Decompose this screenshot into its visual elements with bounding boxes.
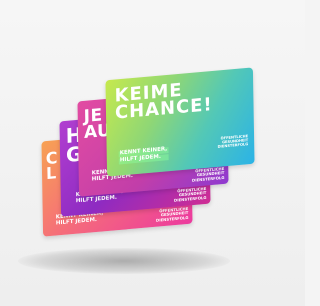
card-signature: ÖFFENTLICHE GESUNDHEIT DIENSTERFOLG	[155, 206, 189, 223]
card-headline: KEIME CHANCE!	[115, 79, 213, 124]
card-signature: ÖFFENTLICHE GESUNDHEIT DIENSTERFOLG	[191, 166, 225, 183]
card-headline: C L	[45, 148, 59, 184]
product-photo: C L KENNT KEINER, HILFT JEDEM. ÖFFENTLIC…	[0, 0, 305, 306]
drop-shadow	[18, 248, 230, 274]
signature-line: DIENSTERFOLG	[155, 214, 189, 223]
signature-line: DIENSTERFOLG	[191, 174, 225, 183]
card-front-green-blue: KEIME CHANCE! KENNT KEINER, HILFT JEDEM.…	[105, 67, 255, 177]
headline-line: L	[45, 163, 57, 184]
signature-line: DIENSTERFOLG	[173, 194, 207, 203]
card-signature: ÖFFENTLICHE GESUNDHEIT DIENSTERFOLG	[217, 134, 249, 149]
card-slogan: KENNT KEINER, HILFT JEDEM.	[118, 147, 169, 166]
card-signature: ÖFFENTLICHE GESUNDHEIT DIENSTERFOLG	[173, 186, 207, 203]
